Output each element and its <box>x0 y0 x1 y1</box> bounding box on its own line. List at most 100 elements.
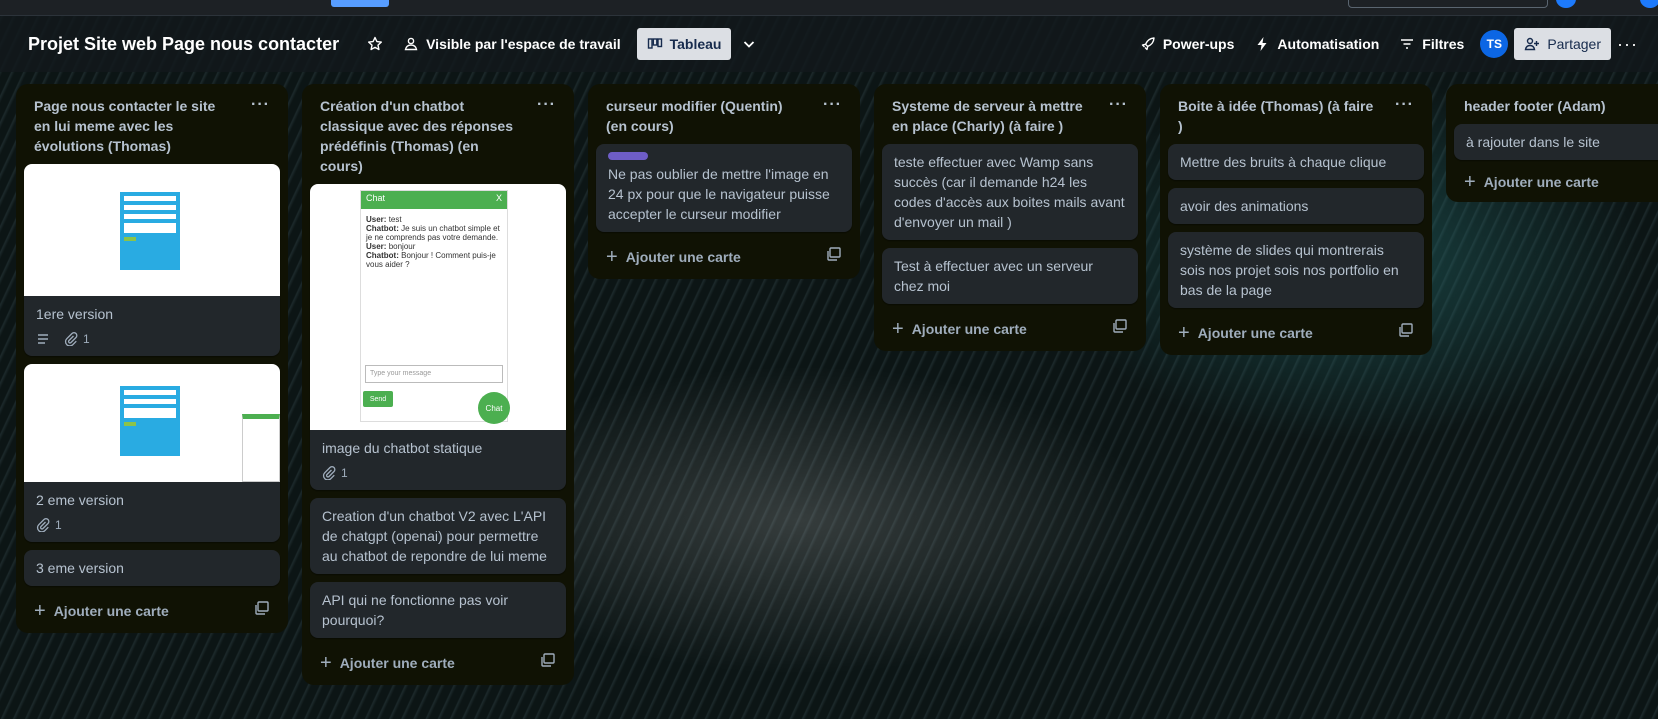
add-card-label: Ajouter une carte <box>625 248 741 265</box>
contact-form-thumbnail <box>120 386 180 456</box>
visibility-label: Visible par l'espace de travail <box>426 36 621 52</box>
list-title[interactable]: Création d'un chatbot classique avec des… <box>320 96 520 176</box>
user-label: User: <box>366 215 387 224</box>
create-button[interactable] <box>331 0 389 7</box>
user-message: bonjour <box>388 242 416 251</box>
member-avatar[interactable]: TS <box>1480 30 1509 58</box>
attachment-badge: 1 <box>322 466 348 480</box>
add-card-button[interactable]: + Ajouter une carte <box>320 653 455 673</box>
card-title: à rajouter dans le site <box>1466 134 1600 150</box>
card[interactable]: 3 eme version <box>24 550 280 586</box>
add-member-icon <box>1524 37 1540 51</box>
star-button[interactable] <box>357 28 393 60</box>
list-title[interactable]: Page nous contacter le site en lui meme … <box>34 96 234 156</box>
visibility-button[interactable]: Visible par l'espace de travail <box>393 28 631 60</box>
card[interactable]: Chat X User: test Chatbot: Je suis un cha… <box>310 184 566 490</box>
add-card-button[interactable]: + Ajouter une carte <box>1178 321 1313 344</box>
add-card-button[interactable]: + Ajouter une carte <box>1464 172 1599 192</box>
chat-fab: Chat <box>478 392 510 424</box>
paperclip-icon <box>322 466 336 480</box>
view-switcher-board[interactable]: Tableau <box>636 28 732 60</box>
card[interactable]: Mettre des bruits à chaque clique <box>1168 144 1424 180</box>
card-template-icon[interactable] <box>1112 318 1128 339</box>
list-header: Boite à idée (Thomas) (à faire ) ··· <box>1168 92 1424 136</box>
paperclip-icon <box>36 518 50 532</box>
list-menu-icon[interactable]: ··· <box>1389 96 1420 114</box>
list-curseur: curseur modifier (Quentin) (en cours) ··… <box>588 84 860 279</box>
card-template-icon[interactable] <box>826 246 842 267</box>
list-title[interactable]: header footer (Adam) <box>1464 96 1658 116</box>
add-card-label: Ajouter une carte <box>339 654 455 671</box>
filters-button[interactable]: Filtres <box>1389 28 1474 60</box>
card[interactable]: Ne pas oublier de mettre l'image en 24 p… <box>596 144 852 232</box>
card[interactable]: 1ere version 1 <box>24 164 280 356</box>
card-title: Creation d'un chatbot V2 avec L'API de c… <box>322 508 547 564</box>
card-template-icon[interactable] <box>540 652 556 673</box>
card-template-icon[interactable] <box>1398 322 1414 343</box>
card-template-icon[interactable] <box>254 600 270 621</box>
list-footer: + Ajouter une carte <box>1168 316 1424 349</box>
card-title: 3 eme version <box>36 560 124 576</box>
add-card-button[interactable]: + Ajouter une carte <box>606 247 741 267</box>
list-page-nous-contacter: Page nous contacter le site en lui meme … <box>16 84 288 633</box>
card[interactable]: teste effectuer avec Wamp sans succès (c… <box>882 144 1138 240</box>
card[interactable]: Test à effectuer avec un serveur chez mo… <box>882 248 1138 304</box>
card-title: 2 eme version <box>36 492 124 508</box>
list-menu-icon[interactable]: ··· <box>817 96 848 114</box>
attachment-badge: 1 <box>64 332 90 346</box>
card[interactable]: 2 eme version 1 <box>24 364 280 542</box>
chatbot-thumbnail <box>242 414 280 482</box>
board-view-icon <box>647 38 662 49</box>
chat-header: Chat X <box>361 191 507 209</box>
list-menu-icon[interactable]: ··· <box>245 96 276 114</box>
list-footer: + Ajouter une carte <box>1454 168 1658 196</box>
card-cover-image <box>24 364 280 482</box>
card-cover-image: Chat X User: test Chatbot: Je suis un cha… <box>310 184 566 430</box>
list-header-footer: header footer (Adam) à rajouter dans le … <box>1446 84 1658 202</box>
contact-form-thumbnail <box>120 192 180 270</box>
list-header: Systeme de serveur à mettre en place (Ch… <box>882 92 1138 136</box>
board-header: Projet Site web Page nous contacter Visi… <box>0 16 1658 72</box>
list-title[interactable]: Systeme de serveur à mettre en place (Ch… <box>892 96 1092 136</box>
plus-icon: + <box>1178 321 1190 344</box>
lightning-icon <box>1257 37 1267 51</box>
search-input[interactable] <box>1348 0 1548 8</box>
list-footer: + Ajouter une carte <box>596 240 852 273</box>
add-card-button[interactable]: + Ajouter une carte <box>892 317 1027 340</box>
list-title[interactable]: Boite à idée (Thomas) (à faire ) <box>1178 96 1378 136</box>
card-title: 1ere version <box>36 306 114 322</box>
user-message: test <box>388 215 402 224</box>
list-header: Page nous contacter le site en lui meme … <box>24 92 280 156</box>
card[interactable]: système de slides qui montrerais sois no… <box>1168 232 1424 308</box>
list-title[interactable]: curseur modifier (Quentin) (en cours) <box>606 96 806 136</box>
powerups-button[interactable]: Power-ups <box>1130 28 1245 60</box>
card[interactable]: API qui ne fonctionne pas voir pourquoi? <box>310 582 566 638</box>
people-icon <box>404 37 418 51</box>
card-badges: 1 <box>310 466 566 490</box>
card-label[interactable] <box>608 152 648 160</box>
add-card-label: Ajouter une carte <box>911 320 1027 337</box>
add-card-button[interactable]: + Ajouter une carte <box>34 601 169 621</box>
list-menu-icon[interactable]: ··· <box>1103 96 1134 114</box>
list-header: curseur modifier (Quentin) (en cours) ··… <box>596 92 852 136</box>
board-menu-icon[interactable]: ··· <box>1611 34 1644 55</box>
account-avatar[interactable] <box>1640 0 1658 8</box>
card-title: Test à effectuer avec un serveur chez mo… <box>894 258 1093 294</box>
board-title[interactable]: Projet Site web Page nous contacter <box>28 34 339 55</box>
chat-header-title: Chat <box>366 193 386 203</box>
share-button[interactable]: Partager <box>1514 28 1612 60</box>
automation-button[interactable]: Automatisation <box>1244 28 1389 60</box>
chat-input: Type your message <box>365 365 503 383</box>
attachment-count: 1 <box>55 518 62 532</box>
card[interactable]: à rajouter dans le site <box>1454 124 1658 160</box>
card[interactable]: avoir des animations <box>1168 188 1424 224</box>
chat-messages: User: test Chatbot: Je suis un chatbot s… <box>361 209 507 275</box>
card-badges: 1 <box>24 518 280 542</box>
notification-icon[interactable] <box>1556 0 1576 8</box>
card[interactable]: Creation d'un chatbot V2 avec L'API de c… <box>310 498 566 574</box>
view-dropdown-button[interactable] <box>731 28 767 60</box>
list-menu-icon[interactable]: ··· <box>531 96 562 114</box>
plus-icon: + <box>892 317 904 340</box>
close-icon: X <box>495 193 502 203</box>
app-top-strip <box>0 0 1658 16</box>
